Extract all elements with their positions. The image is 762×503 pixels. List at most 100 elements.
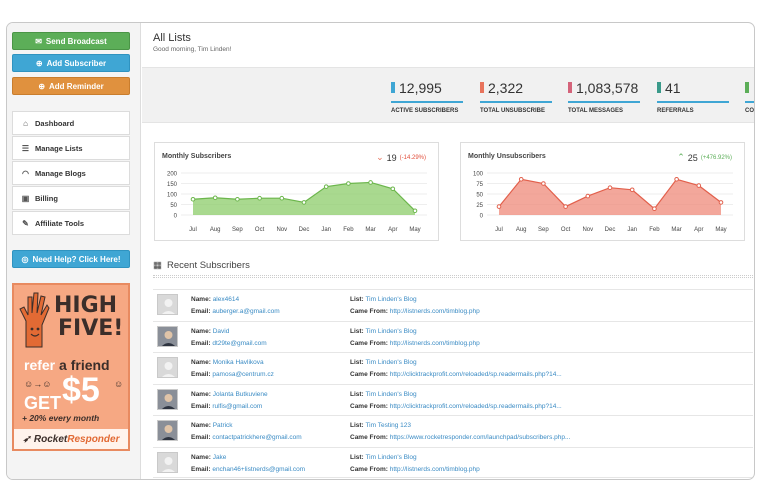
- stat-value: 41: [665, 80, 681, 96]
- user-silhouette-icon: [161, 425, 176, 440]
- subscriber-email[interactable]: enchan46+listnerds@gmail.com: [212, 466, 305, 473]
- subscriber-list[interactable]: Tim Testing 123: [365, 422, 411, 429]
- subscriber-source[interactable]: http://listnerds.com/timblog.php: [390, 340, 480, 347]
- data-point: [585, 193, 591, 199]
- recent-subscribers-title: Recent Subscribers: [166, 260, 250, 271]
- came-from-key: Came From:: [350, 339, 388, 347]
- subscriber-name[interactable]: Jolanta Butkuviene: [213, 391, 268, 398]
- subscriber-email[interactable]: auberger.a@gmail.com: [212, 308, 279, 315]
- table-row[interactable]: Name: Monika Havlikova Email: pamosa@cent…: [153, 352, 753, 384]
- subscriber-email[interactable]: contactpatrickhere@gmail.com: [212, 434, 301, 441]
- avatar[interactable]: [157, 388, 178, 410]
- x-tick-label: Oct: [561, 227, 571, 233]
- avatar[interactable]: [157, 420, 178, 441]
- chart-delta: ⌄ 19 (-14.29%): [376, 152, 426, 163]
- subscriber-source[interactable]: http://clicktrackprofit.com/reloaded/sp.…: [390, 371, 562, 378]
- came-from-line: Came From: http://clicktrackprofit.com/r…: [350, 371, 562, 378]
- subscriber-name[interactable]: alex4614: [213, 296, 239, 303]
- referral-promo-banner[interactable]: HIGH FIVE! refer a friend ☺→☺ GET $5 ☺ +…: [12, 283, 130, 451]
- list-line: List: Tim Linden's Blog: [350, 391, 417, 398]
- user-silhouette-icon: [161, 393, 176, 409]
- subscriber-source[interactable]: http://listnerds.com/timblog.php: [390, 466, 480, 473]
- name-line: Name: alex4614: [191, 296, 239, 303]
- sidebar-item-label: Billing: [35, 193, 58, 203]
- subscriber-source[interactable]: https://www.rocketresponder.com/launchpa…: [390, 434, 571, 441]
- rocketresponder-logo: ➶ Rocket Responder: [14, 429, 128, 449]
- y-tick-label: 0: [174, 214, 178, 220]
- rss-icon: ◠: [22, 168, 29, 178]
- subscriber-email[interactable]: dt29te@gmail.com: [212, 340, 266, 347]
- table-row[interactable]: Name: David Email: dt29te@gmail.com List: …: [153, 320, 753, 353]
- subscriber-source[interactable]: http://clicktrackprofit.com/reloaded/sp.…: [390, 403, 562, 410]
- y-tick-label: 50: [170, 203, 177, 209]
- stat-label: TOTAL MESSAGES: [568, 108, 624, 114]
- brand-rocket: Rocket: [33, 433, 68, 445]
- sidebar-item-affiliate-tools[interactable]: ✎ Affiliate Tools: [12, 211, 130, 235]
- add-subscriber-button[interactable]: ⊕ Add Subscriber: [12, 54, 130, 72]
- came-from-line: Came From: http://clicktrackprofit.com/r…: [350, 403, 562, 410]
- avatar[interactable]: [157, 357, 178, 378]
- came-from-key: Came From:: [350, 371, 388, 378]
- x-tick-label: Sep: [232, 227, 243, 233]
- subscriber-email[interactable]: rulfis@gmail.com: [212, 403, 262, 410]
- list-line: List: Tim Linden's Blog: [350, 296, 417, 303]
- came-from-line: Came From: https://www.rocketresponder.c…: [350, 434, 570, 441]
- add-reminder-label: Add Reminder: [49, 81, 104, 91]
- name-key: Name:: [191, 296, 211, 303]
- delta-value: 25: [687, 152, 698, 163]
- arrow-down-icon: ⌄: [376, 152, 384, 162]
- data-point: [674, 177, 679, 182]
- avatar[interactable]: [157, 325, 178, 347]
- data-point: [235, 196, 240, 202]
- data-point: [696, 183, 702, 188]
- email-line: Email: rulfis@gmail.com: [191, 403, 262, 410]
- subscriber-name[interactable]: David: [213, 328, 230, 335]
- add-reminder-button[interactable]: ⊕ Add Reminder: [12, 77, 130, 95]
- subscriber-source[interactable]: http://listnerds.com/timblog.php: [390, 308, 480, 315]
- table-row[interactable]: Name: Jolanta Butkuviene Email: rulfis@gm…: [153, 383, 753, 416]
- list-line: List: Tim Linden's Blog: [350, 359, 417, 366]
- subscriber-list[interactable]: Tim Linden's Blog: [365, 454, 416, 461]
- subscriber-list[interactable]: Tim Linden's Blog: [365, 359, 416, 366]
- subscriber-name[interactable]: Patrick: [213, 422, 233, 429]
- sidebar-item-dashboard[interactable]: ⌂ Dashboard: [12, 111, 130, 135]
- sidebar-item-label: Manage Lists: [35, 143, 83, 153]
- stat-value: 1,083,578: [576, 80, 639, 96]
- subscriber-list[interactable]: Tim Linden's Blog: [365, 328, 416, 335]
- email-key: Email:: [191, 339, 211, 347]
- avatar[interactable]: [157, 451, 178, 473]
- table-row[interactable]: Name: alex4614 Email: auberger.a@gmail.co…: [153, 289, 753, 321]
- x-tick-label: Jan: [627, 227, 637, 233]
- table-row[interactable]: Name: Jake Email: enchan46+listnerds@gmai…: [153, 446, 753, 478]
- chart-title: Monthly Unsubscribers: [468, 153, 546, 160]
- brand-responder: Responder: [67, 433, 120, 445]
- data-point: [629, 187, 635, 193]
- sidebar-item-billing[interactable]: ▣ Billing: [12, 186, 130, 210]
- lifebuoy-icon: ◎: [21, 254, 29, 264]
- subscriber-email[interactable]: pamosa@centrum.cz: [212, 371, 274, 378]
- plus-circle-icon: ⊕: [35, 58, 43, 68]
- subscriber-name[interactable]: Monika Havlikova: [213, 359, 264, 366]
- subscriber-list[interactable]: Tim Linden's Blog: [365, 296, 416, 303]
- subscriber-list[interactable]: Tim Linden's Blog: [365, 391, 416, 398]
- send-broadcast-button[interactable]: ✉ Send Broadcast: [12, 32, 130, 50]
- x-tick-label: Apr: [388, 227, 397, 233]
- data-point: [257, 195, 262, 201]
- x-tick-label: Sep: [538, 227, 549, 233]
- promo-every-month: + 20% every month: [22, 413, 100, 423]
- sidebar-item-manage-blogs[interactable]: ◠ Manage Blogs: [12, 161, 130, 185]
- sidebar-item-manage-lists[interactable]: ☰ Manage Lists: [12, 136, 130, 160]
- add-subscriber-label: Add Subscriber: [46, 58, 107, 68]
- x-tick-label: Jul: [495, 227, 503, 233]
- list-key: List:: [350, 327, 364, 335]
- avatar[interactable]: [157, 294, 178, 315]
- stat-marker: [745, 82, 749, 93]
- subscriber-name[interactable]: Jake: [213, 454, 227, 461]
- x-tick-label: Nov: [582, 227, 593, 233]
- name-line: Name: Jolanta Butkuviene: [191, 391, 268, 398]
- table-row[interactable]: Name: Patrick Email: contactpatrickhere@g…: [153, 415, 753, 447]
- name-key: Name:: [191, 327, 211, 335]
- data-point: [607, 185, 613, 191]
- list-key: List:: [350, 422, 364, 429]
- need-help-button[interactable]: ◎ Need Help? Click Here!: [12, 250, 130, 268]
